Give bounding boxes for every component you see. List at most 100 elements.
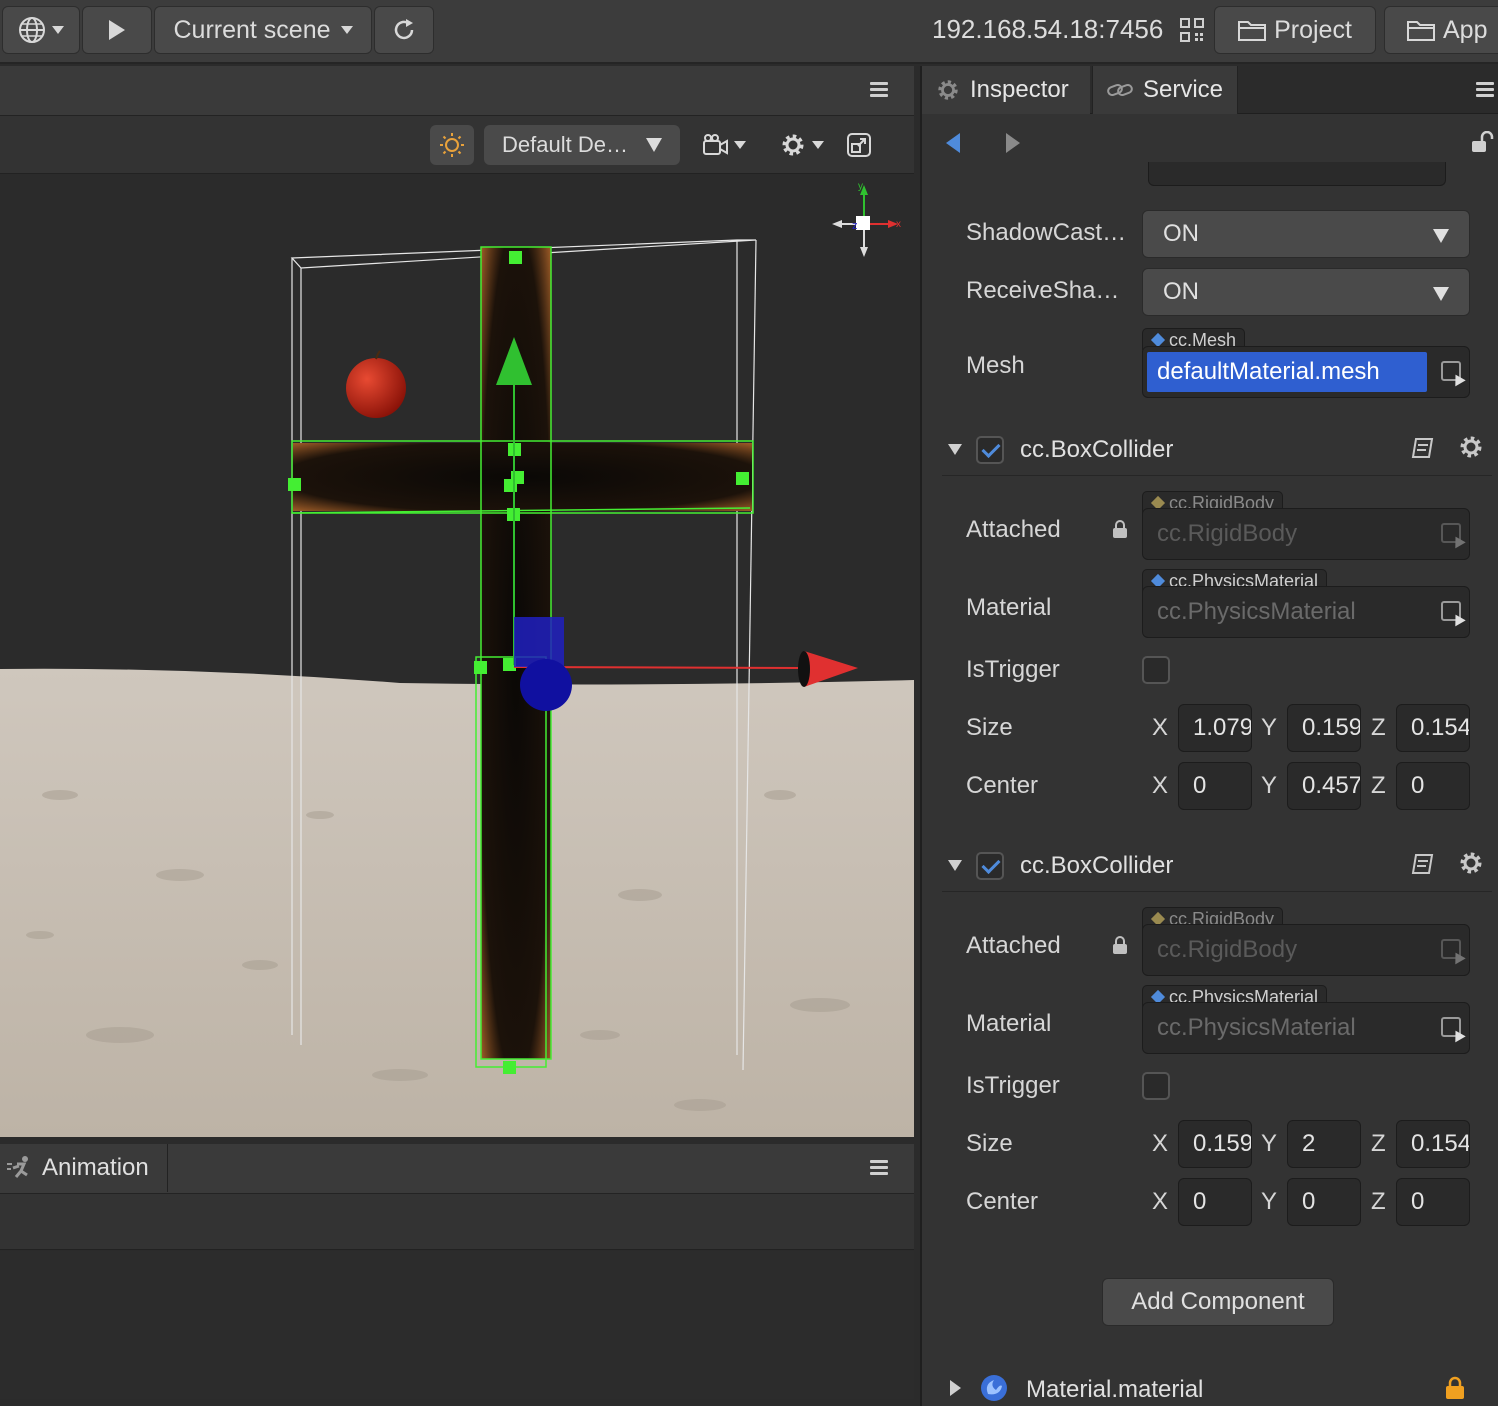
book-icon[interactable] (1410, 436, 1436, 460)
center-y-input[interactable]: 0 (1287, 1178, 1361, 1226)
tab-animation[interactable]: Animation (0, 1144, 168, 1192)
chevron-down-icon[interactable] (948, 860, 962, 871)
globe-icon (19, 17, 45, 43)
axis-y-label: Y (1261, 1188, 1278, 1215)
component-enabled-checkbox[interactable] (976, 436, 1004, 464)
axis-x-label: X (1152, 1188, 1169, 1215)
tab-service-label: Service (1143, 76, 1224, 103)
center-x-input[interactable]: 0 (1178, 1178, 1252, 1226)
chevron-down-icon (734, 141, 746, 149)
receive-shadow-label: ReceiveSha… (966, 277, 1120, 304)
is-trigger-label: IsTrigger (966, 656, 1060, 683)
scene-viewport[interactable]: y x z (0, 175, 914, 1137)
center-z-input[interactable]: 0 (1396, 1178, 1470, 1226)
camera-select[interactable]: Default De… (484, 125, 680, 165)
attached-label: Attached (966, 932, 1061, 959)
center-label: Center (966, 772, 1039, 799)
center-y-input[interactable]: 0.457 (1287, 762, 1361, 810)
attached-label: Attached (966, 516, 1061, 543)
camera-icon (703, 134, 728, 155)
light-toggle-button[interactable] (430, 125, 474, 165)
link-icon (1107, 83, 1133, 97)
mesh-field[interactable]: defaultMaterial.mesh (1142, 346, 1470, 398)
size-y-input[interactable]: 2 (1287, 1120, 1361, 1168)
folder-icon (1407, 21, 1435, 41)
center-x-input[interactable]: 0 (1178, 762, 1252, 810)
apple-model (346, 350, 406, 418)
menu-icon[interactable] (870, 82, 888, 98)
menu-icon[interactable] (1476, 82, 1494, 98)
axis-y-label: Y (1261, 1130, 1278, 1157)
gear-icon (938, 80, 958, 100)
camera-mode-button[interactable] (696, 125, 752, 165)
chevron-down-icon (812, 141, 824, 149)
chevron-down-icon (52, 26, 64, 34)
size-z-input[interactable]: 0.154 (1396, 1120, 1470, 1168)
axis-x-label: X (1152, 772, 1169, 799)
book-icon[interactable] (1410, 852, 1436, 876)
add-component-label: Add Component (1131, 1288, 1305, 1315)
material-field[interactable]: cc.PhysicsMaterial (1142, 1002, 1470, 1054)
language-button[interactable] (2, 6, 80, 54)
back-arrow-icon[interactable] (946, 133, 960, 153)
scene-panel-header (0, 66, 914, 116)
top-toolbar: Current scene 192.168.54.18:7456 Project… (0, 0, 1498, 64)
material-icon (981, 1375, 1007, 1401)
tab-inspector[interactable]: Inspector (922, 66, 1090, 114)
shadow-cast-value: ON (1163, 220, 1199, 247)
orientation-gizmo[interactable]: y x z (832, 181, 901, 257)
size-z-input[interactable]: 0.154 (1396, 704, 1470, 752)
component-title: cc.BoxCollider (1020, 436, 1174, 463)
app-button[interactable]: App (1384, 6, 1498, 54)
lock-icon[interactable] (1444, 1376, 1466, 1400)
size-x-input[interactable]: 0.159 (1178, 1120, 1252, 1168)
chevron-right-icon[interactable] (950, 1380, 961, 1396)
is-trigger-checkbox[interactable] (1142, 656, 1170, 684)
shadow-cast-select[interactable]: ON (1142, 210, 1470, 258)
menu-icon[interactable] (870, 1160, 888, 1176)
asset-picker-icon[interactable] (1441, 1017, 1461, 1037)
attached-field: cc.RigidBody (1142, 924, 1470, 976)
chevron-down-icon (340, 26, 353, 34)
asset-picker-icon[interactable] (1441, 361, 1461, 381)
project-button-label: Project (1274, 15, 1352, 44)
box-collider-header-2[interactable]: cc.BoxCollider (942, 840, 1492, 892)
tab-service[interactable]: Service (1092, 66, 1238, 114)
center-z-input[interactable]: 0 (1396, 762, 1470, 810)
scene-select[interactable]: Current scene (154, 6, 372, 54)
box-collider-header-1[interactable]: cc.BoxCollider (942, 424, 1492, 476)
diamond-icon (1150, 332, 1166, 348)
axis-x-label: X (1152, 714, 1169, 741)
chevron-down-icon[interactable] (948, 444, 962, 455)
gear-icon[interactable] (1458, 434, 1484, 460)
resize-view-button[interactable] (842, 125, 876, 165)
shadow-cast-label: ShadowCast… (966, 219, 1127, 246)
project-button[interactable]: Project (1214, 6, 1376, 54)
receive-shadow-select[interactable]: ON (1142, 268, 1470, 316)
refresh-button[interactable] (374, 6, 434, 54)
component-enabled-checkbox[interactable] (976, 852, 1004, 880)
gear-icon[interactable] (1458, 850, 1484, 876)
camera-select-label: Default De… (502, 132, 628, 157)
animation-timeline (0, 1251, 914, 1399)
asset-picker-icon (1441, 523, 1461, 543)
inspector-panel: Inspector Service ShadowCast… ON Receive… (920, 66, 1498, 1406)
light-icon (440, 133, 464, 157)
chevron-down-icon (646, 138, 662, 152)
qr-code-icon[interactable] (1180, 18, 1204, 42)
asset-picker-icon[interactable] (1441, 601, 1461, 621)
size-x-input[interactable]: 1.079 (1178, 704, 1252, 752)
material-field[interactable]: cc.PhysicsMaterial (1142, 586, 1470, 638)
gizmo-y-label: y (858, 181, 863, 192)
attached-value: cc.RigidBody (1157, 520, 1298, 547)
lock-icon[interactable] (1470, 131, 1494, 153)
asset-picker-icon (1441, 939, 1461, 959)
resize-icon (847, 133, 871, 157)
tab-inspector-label: Inspector (970, 76, 1069, 103)
size-y-input[interactable]: 0.159 (1287, 704, 1361, 752)
is-trigger-checkbox[interactable] (1142, 1072, 1170, 1100)
play-button[interactable] (82, 6, 152, 54)
forward-arrow-icon[interactable] (1006, 133, 1020, 153)
scene-settings-button[interactable] (774, 125, 830, 165)
add-component-button[interactable]: Add Component (1102, 1278, 1334, 1326)
